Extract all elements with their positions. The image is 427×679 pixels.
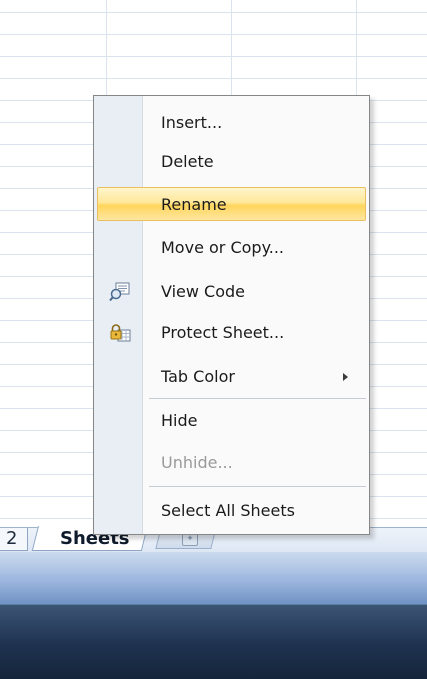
menu-separator [149, 486, 366, 487]
menu-item-tab-color[interactable]: Tab Color [97, 360, 366, 394]
menu-item-label: Rename [161, 195, 227, 214]
menu-item-select-all-sheets[interactable]: Select All Sheets [97, 494, 366, 528]
sheet-tab-previous[interactable]: 2 [0, 528, 29, 551]
protect-sheet-icon [110, 324, 131, 342]
menu-item-label: Hide [161, 411, 198, 430]
menu-item-hide[interactable]: Hide [97, 404, 366, 438]
sheet-tab-previous-label: 2 [6, 528, 18, 549]
menu-item-unhide: Unhide... [97, 446, 366, 480]
menu-item-label: View Code [161, 282, 246, 301]
menu-item-label: Select All Sheets [161, 501, 295, 520]
status-bar [0, 552, 427, 605]
desktop-background [0, 605, 427, 679]
menu-item-view-code[interactable]: View Code [97, 275, 366, 309]
menu-item-move-or-copy[interactable]: Move or Copy... [97, 231, 366, 265]
submenu-arrow-icon [343, 373, 348, 381]
menu-item-label: Delete [161, 152, 214, 171]
menu-separator [149, 398, 366, 399]
menu-item-label: Unhide... [161, 453, 233, 472]
menu-item-label: Protect Sheet... [161, 323, 285, 342]
menu-item-label: Tab Color [161, 367, 235, 386]
menu-item-protect-sheet[interactable]: Protect Sheet... [97, 316, 366, 350]
menu-item-label: Move or Copy... [161, 238, 285, 257]
menu-item-label: Insert... [161, 113, 223, 132]
menu-item-insert[interactable]: Insert... [97, 106, 366, 140]
menu-item-delete[interactable]: Delete [97, 145, 366, 179]
sheet-tab-context-menu: Insert... Delete Rename Move or Copy... … [93, 95, 370, 535]
view-code-icon [109, 282, 130, 302]
menu-item-rename[interactable]: Rename [97, 187, 366, 221]
